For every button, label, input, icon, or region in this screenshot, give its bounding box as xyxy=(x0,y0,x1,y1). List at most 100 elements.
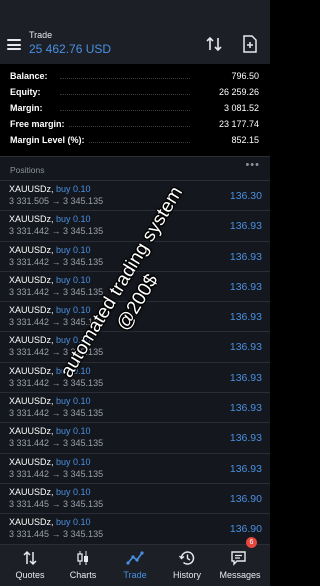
position-prices: 3 331.442 → 3 345.135 xyxy=(9,468,104,479)
position-profit: 136.30 xyxy=(229,190,262,202)
app-header: Trade 25 462.76 USD xyxy=(0,0,270,64)
header-balance: 25 462.76 USD xyxy=(29,42,112,56)
trade-trend-icon xyxy=(126,551,144,565)
position-symbol: XAUUSDz, xyxy=(9,426,54,437)
dotted-leader xyxy=(60,78,190,79)
position-profit: 136.93 xyxy=(229,402,262,415)
tab-trade[interactable]: Trade xyxy=(108,545,162,586)
position-row[interactable]: XAUUSDz, buy 0.10 3 331.442 → 3 345.135 13… xyxy=(0,361,270,392)
position-prices: 3 331.442 → 3 345.135 xyxy=(9,377,104,388)
position-type: buy 0.10 xyxy=(56,486,91,497)
bottom-tab-bar: Quotes Charts Trade History Messages xyxy=(0,544,270,586)
position-prices: 3 331.442 → 3 345.135 xyxy=(9,347,104,358)
summary-value: 3 081.52 xyxy=(223,103,259,113)
position-profit: 136.93 xyxy=(229,371,262,384)
summary-value: 796.50 xyxy=(231,71,259,81)
position-symbol-line: XAUUSDz, buy 0.10 xyxy=(9,214,91,224)
tab-label: Quotes xyxy=(15,570,45,580)
summary-label: Equity: xyxy=(10,87,45,97)
new-order-icon[interactable] xyxy=(242,35,258,53)
position-type: buy 0.10 xyxy=(56,426,91,437)
dotted-leader xyxy=(60,94,190,95)
position-prices: 3 331.445 → 3 345.135 xyxy=(9,529,104,540)
more-options-icon[interactable]: ••• xyxy=(245,159,260,171)
position-row[interactable]: XAUUSDz, buy 0.10 3 331.442 → 3 345.135 13… xyxy=(0,452,270,483)
position-row[interactable]: XAUUSDz, buy 0.10 3 331.442 → 3 345.135 13… xyxy=(0,240,270,271)
position-profit: 136.90 xyxy=(229,523,262,536)
position-prices: 3 331.442 → 3 345.135 xyxy=(9,317,104,328)
summary-value: 26 259.26 xyxy=(218,87,259,97)
position-symbol: XAUUSDz, xyxy=(9,396,54,407)
summary-label: Free margin: xyxy=(10,119,69,129)
page-title: Trade xyxy=(29,30,53,40)
sort-arrows-icon[interactable] xyxy=(205,35,223,53)
position-prices: 3 331.442 → 3 345.135 xyxy=(9,438,104,449)
position-symbol-line: XAUUSDz, buy 0.10 xyxy=(9,457,91,467)
position-prices: 3 331.442 → 3 345.135 xyxy=(9,408,104,419)
position-symbol-line: XAUUSDz, buy 0.10 xyxy=(9,366,91,376)
position-symbol-line: XAUUSDz, buy 0.10 xyxy=(9,517,91,527)
position-symbol-line: XAUUSDz, buy 0.10 xyxy=(9,396,91,406)
tab-label: Charts xyxy=(69,570,97,580)
position-row[interactable]: XAUUSDz, buy 0.10 3 331.505 → 3 345.135 13… xyxy=(0,180,270,210)
position-profit: 136.93 xyxy=(229,311,262,324)
position-profit: 136.93 xyxy=(229,462,262,475)
tab-label: Messages xyxy=(219,570,261,580)
position-symbol-line: XAUUSDz, buy 0.10 xyxy=(9,335,91,345)
position-row[interactable]: XAUUSDz, buy 0.10 3 331.442 → 3 345.135 13… xyxy=(0,301,270,331)
history-clock-icon xyxy=(178,551,195,565)
positions-list[interactable]: Positions ••• XAUUSDz, buy 0.10 3 331.505… xyxy=(0,156,270,544)
position-symbol: XAUUSDz, xyxy=(9,486,54,497)
position-type: buy 0.10 xyxy=(56,335,91,346)
position-row[interactable]: XAUUSDz, buy 0.10 3 331.445 → 3 345.135 13… xyxy=(0,482,270,513)
hamburger-menu-icon[interactable] xyxy=(7,39,21,50)
position-prices: 3 331.505 → 3 345.135 xyxy=(9,196,104,206)
position-prices: 3 331.442 → 3 345.135 xyxy=(9,226,104,237)
position-symbol: XAUUSDz, xyxy=(9,365,54,376)
summary-value: 852.15 xyxy=(231,135,259,145)
position-type: buy 0.10 xyxy=(56,517,91,528)
tab-quotes[interactable]: Quotes xyxy=(3,545,57,586)
position-symbol-line: XAUUSDz, buy 0.10 xyxy=(9,275,91,285)
position-row[interactable]: XAUUSDz, buy 0.10 3 331.442 → 3 345.135 13… xyxy=(0,210,270,240)
position-symbol-line: XAUUSDz, buy 0.10 xyxy=(9,487,91,497)
position-row[interactable]: XAUUSDz, buy 0.10 3 331.442 → 3 345.135 13… xyxy=(0,331,270,361)
tab-charts[interactable]: Charts xyxy=(56,545,110,586)
position-symbol-line: XAUUSDz, buy 0.10 xyxy=(9,245,91,255)
position-row[interactable]: XAUUSDz, buy 0.10 3 331.442 → 3 345.135 13… xyxy=(0,270,270,301)
position-prices: 3 331.445 → 3 345.135 xyxy=(9,498,104,509)
position-row[interactable]: XAUUSDz, buy 0.10 3 331.442 → 3 345.135 13… xyxy=(0,392,270,422)
summary-label: Balance: xyxy=(10,71,52,81)
position-symbol: XAUUSDz, xyxy=(9,244,54,255)
position-profit: 136.93 xyxy=(229,280,262,293)
summary-label: Margin Level (%): xyxy=(10,135,89,145)
summary-value: 23 177.74 xyxy=(218,119,259,129)
summary-row-equity: Equity: 26 259.26 xyxy=(0,86,270,100)
position-symbol: XAUUSDz, xyxy=(9,305,54,316)
position-symbol: XAUUSDz, xyxy=(9,274,54,285)
position-profit: 136.93 xyxy=(229,220,262,233)
positions-title: Positions xyxy=(10,165,45,175)
position-symbol: XAUUSDz, xyxy=(9,335,54,346)
position-prices: 3 331.442 → 3 345.135 xyxy=(9,256,104,267)
position-symbol-line: XAUUSDz, buy 0.10 xyxy=(9,305,91,315)
tab-label: History xyxy=(172,570,201,580)
candlestick-chart-icon xyxy=(77,551,88,565)
positions-header: Positions ••• xyxy=(0,156,270,180)
position-type: buy 0.10 xyxy=(56,184,91,194)
tab-history[interactable]: History xyxy=(160,545,214,586)
position-type: buy 0.10 xyxy=(56,305,91,316)
summary-row-margin: Margin: 3 081.52 xyxy=(0,102,270,116)
position-symbol-line: XAUUSDz, buy 0.10 xyxy=(9,184,91,194)
messages-chat-icon xyxy=(231,551,246,566)
quotes-arrows-icon xyxy=(23,550,37,566)
summary-row-margin-level: Margin Level (%): 852.15 xyxy=(0,134,270,148)
position-symbol: XAUUSDz, xyxy=(9,456,54,467)
position-symbol: XAUUSDz, xyxy=(9,517,54,528)
position-row[interactable]: XAUUSDz, buy 0.10 3 331.445 → 3 345.135 13… xyxy=(0,513,270,543)
position-row[interactable]: XAUUSDz, buy 0.10 3 331.442 → 3 345.135 13… xyxy=(0,422,270,452)
position-profit: 136.90 xyxy=(229,492,262,505)
tab-messages[interactable]: Messages xyxy=(213,545,267,586)
dotted-leader xyxy=(60,110,190,111)
position-profit: 136.93 xyxy=(229,341,262,354)
